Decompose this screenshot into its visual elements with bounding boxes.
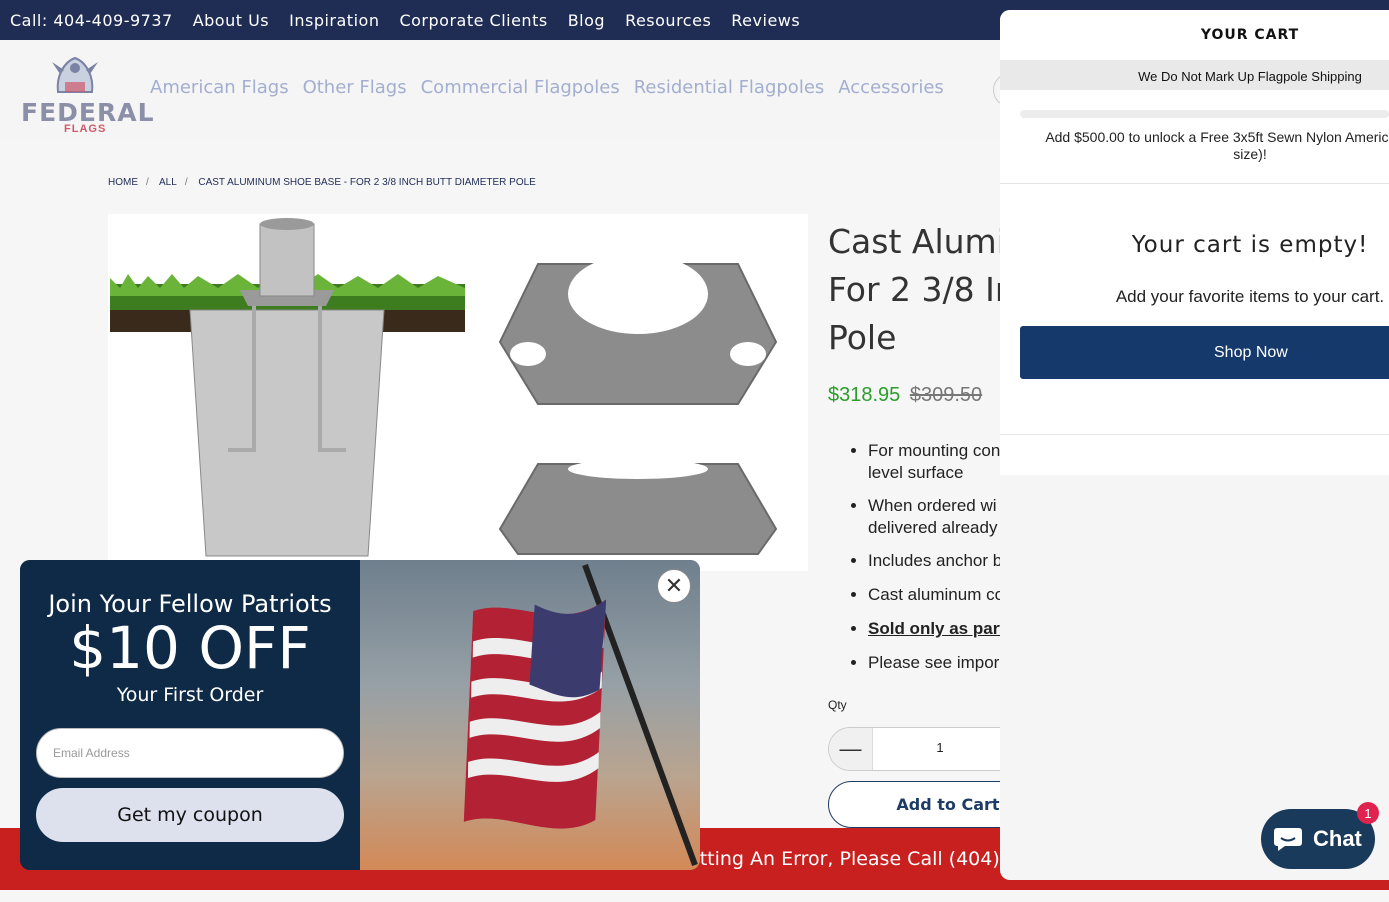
- sale-price: $318.95: [828, 384, 901, 406]
- quantity-stepper: — 1: [828, 727, 1008, 771]
- product-title-line: For 2 3/8 In: [828, 270, 1016, 309]
- feature-item: Cast aluminum co: [868, 584, 1008, 618]
- nav-inspiration[interactable]: Inspiration: [289, 11, 379, 30]
- cart-body: Add $500.00 to unlock a Free 3x5ft Sewn …: [1000, 90, 1389, 475]
- shipping-notice-text: We Do Not Mark Up Flagpole Shipping: [1138, 69, 1362, 84]
- nav-other-flags[interactable]: Other Flags: [303, 77, 407, 98]
- nav-resources[interactable]: Resources: [625, 11, 711, 30]
- feature-item: When ordered wi delivered already: [868, 495, 1008, 550]
- feature-list: For mounting con level surface When orde…: [848, 440, 1008, 674]
- cart-title: YOUR CART: [1200, 27, 1300, 43]
- breadcrumb-all[interactable]: ALL: [159, 177, 177, 188]
- free-gift-message: Add $500.00 to unlock a Free 3x5ft Sewn …: [1045, 129, 1389, 162]
- popup-content: Join Your Fellow Patriots $10 OFF Your F…: [20, 560, 360, 870]
- newsletter-popup: Join Your Fellow Patriots $10 OFF Your F…: [20, 560, 700, 870]
- nav-reviews[interactable]: Reviews: [731, 11, 800, 30]
- phone-link[interactable]: Call: 404-409-9737: [10, 11, 173, 30]
- nav-accessories[interactable]: Accessories: [838, 77, 944, 98]
- divider: [1000, 434, 1389, 435]
- nav-american-flags[interactable]: American Flags: [150, 77, 289, 98]
- eagle-icon: [52, 56, 98, 93]
- banner-text: etting An Error, Please Call (404) 4: [688, 848, 1018, 870]
- chat-bubble-icon: [1274, 828, 1302, 851]
- popup-offer: $10 OFF: [69, 614, 311, 682]
- shop-now-button[interactable]: Shop Now: [1020, 326, 1389, 379]
- nav-commercial-flagpoles[interactable]: Commercial Flagpoles: [421, 77, 620, 98]
- feature-item: Includes anchor b: [868, 550, 1008, 584]
- email-field[interactable]: [36, 728, 344, 778]
- price: $318.95 $309.50: [828, 384, 982, 407]
- cart-drawer: YOUR CART We Do Not Mark Up Flagpole Shi…: [1000, 10, 1389, 880]
- product-title-line: Pole: [828, 318, 897, 357]
- shipping-notice: We Do Not Mark Up Flagpole Shipping: [1000, 60, 1389, 90]
- product-title-line: Cast Alumin: [828, 222, 1027, 261]
- close-icon[interactable]: ✕: [657, 569, 691, 603]
- divider: [1000, 183, 1389, 184]
- breadcrumb-current: CAST ALUMINUM SHOE BASE - FOR 2 3/8 INCH…: [198, 177, 536, 188]
- product-title: Cast Alumin For 2 3/8 In Pole: [828, 218, 1028, 362]
- product-image[interactable]: [108, 214, 808, 571]
- feature-link[interactable]: Sold only as part: [868, 618, 1008, 652]
- breadcrumb: HOME / ALL / CAST ALUMINUM SHOE BASE - FOR…: [108, 177, 544, 188]
- breadcrumb-separator: /: [146, 177, 149, 188]
- breadcrumb-separator: /: [184, 177, 188, 188]
- flag-image: [360, 560, 700, 870]
- compare-price: $309.50: [909, 384, 983, 406]
- free-gift-progress-bar: [1020, 110, 1389, 118]
- empty-cart-text: Add your favorite items to your cart.: [1115, 287, 1385, 306]
- american-flag-illustration: [463, 563, 698, 867]
- minus-icon[interactable]: —: [829, 728, 873, 770]
- logo[interactable]: FEDERAL FLAGS: [20, 48, 154, 135]
- empty-cart-title: Your cart is empty!: [1131, 232, 1369, 258]
- nav-residential-flagpoles[interactable]: Residential Flagpoles: [634, 77, 825, 98]
- main-nav: American Flags Other Flags Commercial Fl…: [150, 77, 958, 98]
- nav-corporate-clients[interactable]: Corporate Clients: [399, 11, 547, 30]
- chat-label: Chat: [1313, 826, 1362, 851]
- logo-subtext: FLAGS: [64, 123, 107, 135]
- shoe-base-illustration: [110, 218, 778, 557]
- get-coupon-button[interactable]: Get my coupon: [36, 788, 344, 842]
- qty-label: Qty: [828, 698, 847, 712]
- feature-item: Please see impor: [868, 652, 1008, 674]
- feature-item: For mounting con level surface: [868, 440, 1008, 495]
- breadcrumb-home[interactable]: HOME: [108, 177, 138, 188]
- cart-header: YOUR CART: [1000, 10, 1389, 60]
- nav-blog[interactable]: Blog: [568, 11, 605, 30]
- chat-unread-badge: 1: [1357, 802, 1379, 824]
- quantity-input[interactable]: 1: [873, 740, 1007, 755]
- popup-subheading: Your First Order: [116, 684, 264, 706]
- nav-about-us[interactable]: About Us: [193, 11, 269, 30]
